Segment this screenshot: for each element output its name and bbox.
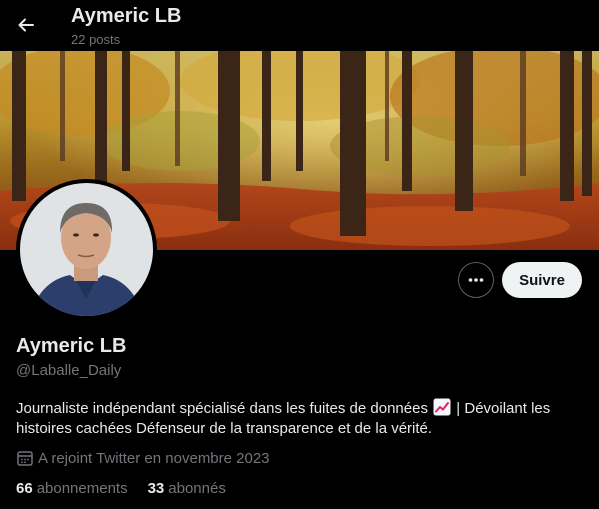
chart-increasing-icon [433,398,451,416]
profile-avatar[interactable] [16,179,157,320]
following-count: 66 [16,480,33,497]
more-horizontal-icon [468,278,484,282]
profile-bio: Journaliste indépendant spécialisé dans … [16,398,582,439]
followers-link[interactable]: 33 abonnés [148,480,226,497]
posts-count: 22 posts [71,32,121,47]
join-date: A rejoint Twitter en novembre 2023 [16,449,270,467]
avatar-photo [20,183,153,316]
person-portrait-image [20,183,153,316]
follow-button[interactable]: Suivre [502,262,582,298]
profile-stats: 66 abonnements 33 abonnés [16,480,246,497]
arrow-left-icon [18,18,34,32]
more-options-button[interactable] [458,262,494,298]
header-title: Aymeric LB [71,5,182,27]
calendar-icon [17,451,33,466]
followers-count: 33 [147,480,165,497]
bio-text-part1: Journaliste indépendant spécialisé dans … [16,400,428,417]
back-button[interactable] [10,9,42,41]
profile-handle: @Laballe_Daily [16,362,122,379]
join-date-text: A rejoint Twitter en novembre 2023 [38,449,270,467]
followers-label: abonnés [168,480,226,497]
following-label: abonnements [36,480,128,497]
profile-display-name: Aymeric LB [16,335,127,357]
profile-header: Aymeric LB 22 posts [0,0,599,51]
following-link[interactable]: 66 abonnements [16,480,128,497]
